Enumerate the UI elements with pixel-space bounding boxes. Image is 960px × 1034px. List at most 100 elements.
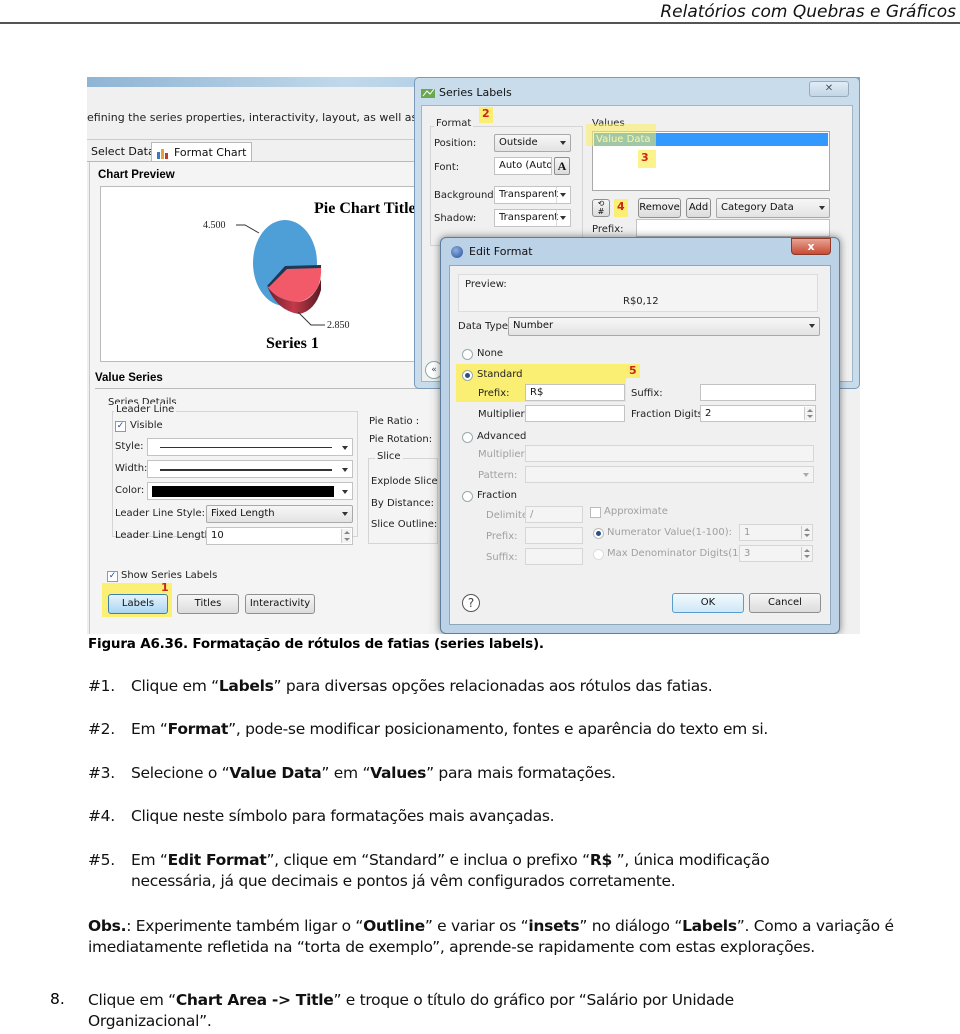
advanced-label: Advanced — [477, 431, 527, 442]
chart-icon — [421, 88, 435, 98]
slice-group-label: Slice — [375, 451, 403, 462]
dialog-title: Series Labels — [439, 86, 512, 99]
pattern-select[interactable] — [525, 466, 814, 483]
leader-line-length-spinner[interactable]: 10 — [206, 527, 353, 545]
dialog-body: Preview: R$0,12 Data Type: Number None 5… — [449, 265, 831, 625]
pattern-label: Pattern: — [478, 470, 518, 481]
fraction-prefix-label: Prefix: — [486, 531, 518, 542]
multiplier-label: Multiplier: — [478, 409, 528, 420]
prefix-field[interactable]: R$ — [525, 384, 625, 401]
shadow-select[interactable]: Transparent — [494, 209, 571, 227]
visible-label: Visible — [130, 420, 163, 431]
numerator-spinner[interactable]: 1 — [739, 524, 813, 541]
tab-format-chart[interactable]: Format Chart — [151, 142, 252, 162]
font-picker-button[interactable]: A — [554, 157, 570, 175]
fraction-digits-spinner[interactable]: 2 — [700, 405, 816, 422]
cancel-button[interactable]: Cancel — [749, 593, 821, 613]
fraction-suffix-label: Suffix: — [486, 552, 518, 563]
background-label: Background: — [434, 190, 498, 201]
add-type-select[interactable]: Category Data — [716, 198, 830, 218]
chart-preview: 4.500 2.850 Pie Chart Title Series 1 — [100, 186, 430, 362]
color-select[interactable] — [147, 482, 353, 500]
pie-data-label-2: 2.850 — [327, 320, 350, 331]
screenshot-figure: efining the series properties, interacti… — [87, 77, 860, 634]
preview-value: R$0,12 — [623, 296, 659, 307]
tab-label: Format Chart — [174, 146, 247, 159]
fraction-radio[interactable] — [462, 491, 473, 502]
pie-ratio-label: Pie Ratio : — [369, 416, 420, 427]
format-icon: ⟲ # — [597, 199, 605, 216]
chart-icon — [157, 149, 168, 159]
leader-line-2 — [297, 311, 325, 326]
font-field[interactable]: Auto (Auto) — [494, 157, 552, 175]
leader-line-length-label: Leader Line Length: — [115, 530, 215, 541]
suffix-field[interactable] — [700, 384, 816, 401]
slice-outline-label: Slice Outline: — [371, 519, 438, 530]
style-select[interactable] — [147, 438, 353, 456]
advanced-format-button[interactable]: ⟲ # — [592, 199, 610, 217]
visible-checkbox[interactable]: ✓ — [115, 421, 126, 432]
pie-chart-title[interactable]: Pie Chart Title — [314, 200, 416, 218]
multiplier-field[interactable] — [525, 405, 625, 422]
standard-radio[interactable] — [462, 370, 473, 381]
color-label: Color: — [115, 485, 145, 496]
shadow-label: Shadow: — [434, 213, 477, 224]
advanced-multiplier-label: Multiplier: — [478, 449, 528, 460]
color-swatch — [152, 486, 334, 497]
advanced-radio[interactable] — [462, 432, 473, 443]
tab-select-data[interactable]: Select Data — [87, 142, 159, 162]
none-radio[interactable] — [462, 349, 473, 360]
help-icon[interactable]: ? — [462, 594, 480, 612]
numerator-radio[interactable] — [593, 528, 604, 539]
close-button[interactable]: x — [791, 238, 831, 255]
suffix-label: Suffix: — [631, 388, 663, 399]
leader-line-style-select[interactable]: Fixed Length — [206, 505, 353, 523]
leader-line-1 — [236, 224, 260, 234]
ok-button[interactable]: OK — [672, 593, 744, 613]
style-label: Style: — [115, 441, 144, 452]
approximate-checkbox[interactable] — [590, 507, 601, 518]
interactivity-button[interactable]: Interactivity — [245, 594, 315, 614]
max-denominator-spinner[interactable]: 3 — [739, 545, 813, 562]
marker-1: 1 — [161, 581, 169, 594]
width-select[interactable] — [147, 460, 353, 478]
numerator-label: Numerator Value(1-100): — [607, 527, 732, 538]
fraction-prefix-field[interactable] — [525, 527, 583, 544]
preview-label: Preview: — [465, 279, 507, 290]
max-denominator-radio[interactable] — [593, 549, 604, 560]
step-text: Selecione o “Value Data” em “Values” par… — [131, 764, 616, 782]
background-select[interactable]: Transparent — [494, 186, 571, 204]
titles-button[interactable]: Titles — [177, 594, 239, 614]
close-button[interactable]: ✕ — [809, 81, 849, 97]
show-series-labels-checkbox[interactable]: ✓ — [107, 571, 118, 582]
fraction-suffix-field[interactable] — [525, 548, 583, 565]
position-select[interactable]: Outside — [494, 134, 571, 152]
none-label: None — [477, 348, 504, 359]
step-number: #2. — [88, 720, 115, 738]
observation-paragraph: Obs.: Experimente também ligar o “Outlin… — [88, 917, 894, 956]
leader-line-style-label: Leader Line Style: — [115, 508, 205, 519]
show-series-labels-label: Show Series Labels — [121, 570, 218, 581]
delimiter-field[interactable]: / — [525, 506, 583, 523]
series-title: Series 1 — [266, 335, 319, 352]
marker-3: 3 — [641, 151, 649, 164]
position-label: Position: — [434, 138, 477, 149]
prefix-field[interactable] — [636, 219, 830, 237]
leader-line-group-label: Leader Line — [114, 404, 177, 415]
advanced-multiplier-field[interactable] — [525, 445, 814, 462]
app-icon — [451, 246, 463, 258]
step-number: #4. — [88, 807, 115, 825]
step-text: Clique em “Labels” para diversas opções … — [131, 677, 713, 695]
data-type-select[interactable]: Number — [508, 317, 820, 336]
by-distance-label: By Distance: — [371, 498, 435, 509]
add-button[interactable]: Add — [686, 198, 711, 218]
divider — [95, 388, 430, 389]
figure-caption: Figura A6.36. Formatação de rótulos de f… — [88, 636, 544, 652]
remove-button[interactable]: Remove — [638, 198, 681, 218]
marker-2: 2 — [482, 107, 490, 120]
pie-rotation-label: Pie Rotation: — [369, 434, 433, 445]
step-number: #5. — [88, 851, 115, 869]
width-label: Width: — [115, 463, 148, 474]
labels-button[interactable]: Labels — [108, 594, 168, 614]
format-chart-panel: Chart Preview 4.500 2.850 Pie Chart Titl… — [89, 162, 463, 634]
